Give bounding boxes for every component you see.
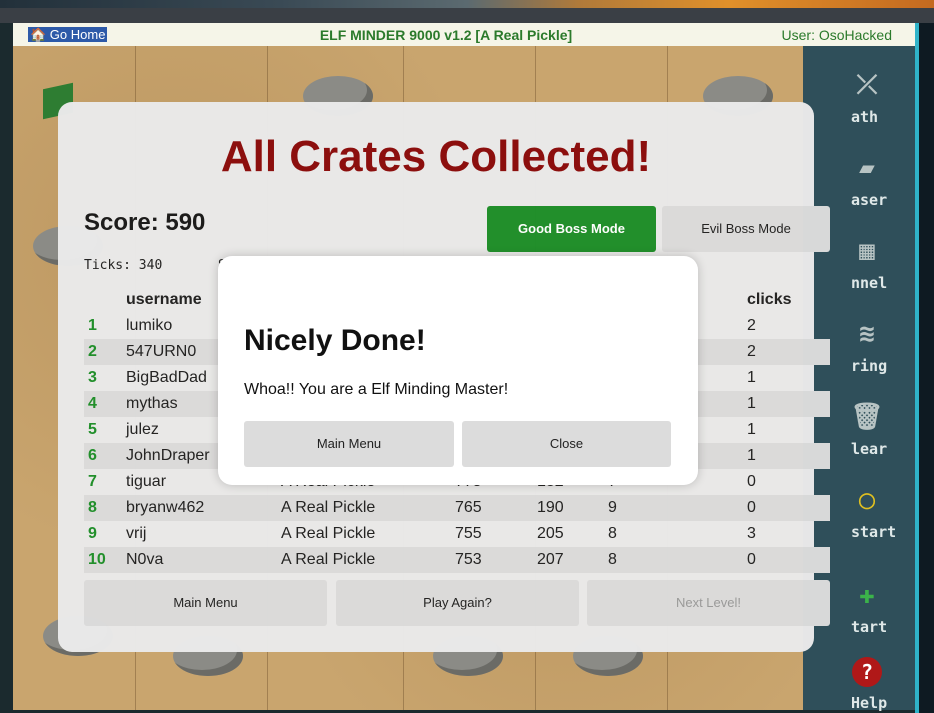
tool-help[interactable]: ? Help — [803, 652, 915, 712]
title-bar: 🏠 Go Home ELF MINDER 9000 v1.2 [A Real P… — [13, 23, 919, 46]
app-title: ELF MINDER 9000 v1.2 [A Real Pickle] — [319, 27, 573, 43]
page-edge — [919, 23, 934, 713]
tunnel-icon: ▦ — [859, 236, 875, 266]
dialog-title: Nicely Done! — [244, 324, 426, 357]
trash-icon: 🗑 — [850, 402, 884, 432]
table-row: 10 N0va A Real Pickle 753 207 8 0 — [84, 547, 830, 573]
ticks-label: Ticks: 340 S — [84, 258, 226, 273]
user-label: User: OsoHacked — [781, 27, 892, 43]
results-title: All Crates Collected! — [220, 132, 652, 181]
table-row: 8 bryanw462 A Real Pickle 765 190 9 0 — [84, 495, 830, 521]
dialog-main-menu-button[interactable]: Main Menu — [244, 421, 454, 467]
dialog-close-button[interactable]: Close — [462, 421, 671, 467]
score-label: Score: 590 — [84, 209, 206, 236]
dialog-message: Whoa!! You are a Elf Minding Master! — [244, 381, 509, 398]
next-level-button: Next Level! — [587, 580, 830, 626]
eraser-icon: ▰ — [859, 153, 875, 183]
good-boss-mode-button[interactable]: Good Boss Mode — [487, 206, 656, 252]
browser-strip — [0, 0, 934, 23]
tool-eraser[interactable]: ▰ aser — [803, 149, 915, 209]
spring-icon: ≋ — [859, 319, 875, 349]
start-icon: ✚ — [859, 580, 875, 610]
tool-path[interactable]: ⤫ ath — [803, 66, 915, 126]
play-again-button[interactable]: Play Again? — [336, 580, 579, 626]
help-icon: ? — [849, 656, 885, 692]
nicely-done-dialog: Nicely Done! Whoa!! You are a Elf Mindin… — [218, 256, 698, 485]
table-row: 9 vrij A Real Pickle 755 205 8 3 — [88, 525, 756, 542]
evil-boss-mode-button[interactable]: Evil Boss Mode — [662, 206, 830, 252]
restart-icon: ◯ — [859, 485, 875, 515]
main-menu-button[interactable]: Main Menu — [84, 580, 327, 626]
path-icon: ⤫ — [856, 70, 878, 100]
